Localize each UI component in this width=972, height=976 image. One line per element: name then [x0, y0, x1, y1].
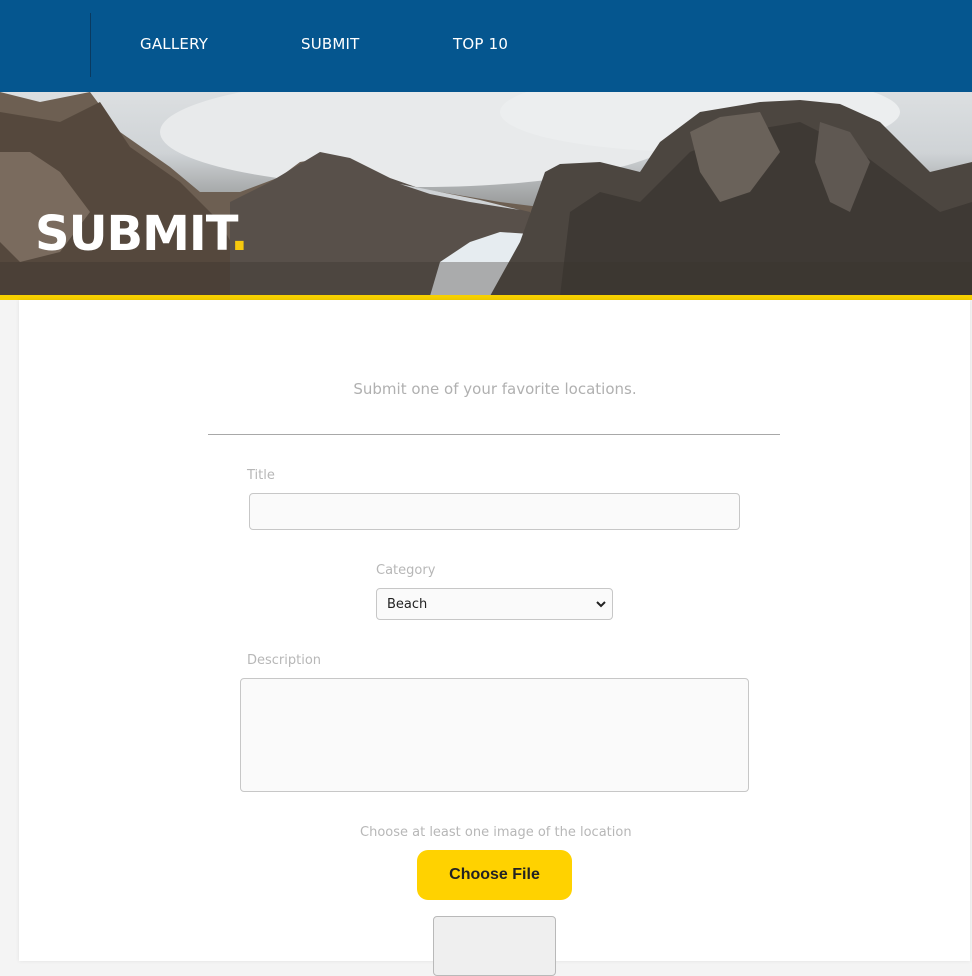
nav-item-gallery[interactable]: GALLERY — [140, 35, 208, 53]
top-nav: GALLERY SUBMIT TOP 10 — [0, 0, 972, 92]
page-title: SUBMIT. — [35, 210, 248, 258]
chevron-down-icon — [596, 601, 606, 608]
hero-banner: SUBMIT. — [0, 92, 972, 296]
page-title-text: SUBMIT — [35, 206, 231, 262]
image-label: Choose at least one image of the locatio… — [360, 825, 632, 840]
form-intro: Submit one of your favorite locations. — [353, 380, 637, 398]
description-textarea[interactable] — [240, 678, 749, 792]
nav-item-top10[interactable]: TOP 10 — [453, 35, 508, 53]
title-label: Title — [247, 468, 275, 483]
nav-divider — [90, 13, 91, 77]
title-input[interactable] — [249, 493, 740, 530]
category-select[interactable]: Beach — [376, 588, 613, 620]
image-preview — [433, 916, 556, 976]
choose-file-button[interactable]: Choose File — [417, 850, 572, 900]
divider — [208, 434, 780, 435]
description-label: Description — [247, 653, 322, 668]
mountain-image — [0, 92, 972, 296]
category-selected-value: Beach — [387, 597, 428, 612]
nav-item-submit[interactable]: SUBMIT — [301, 35, 360, 53]
category-label: Category — [376, 563, 436, 578]
title-dot: . — [230, 206, 248, 262]
